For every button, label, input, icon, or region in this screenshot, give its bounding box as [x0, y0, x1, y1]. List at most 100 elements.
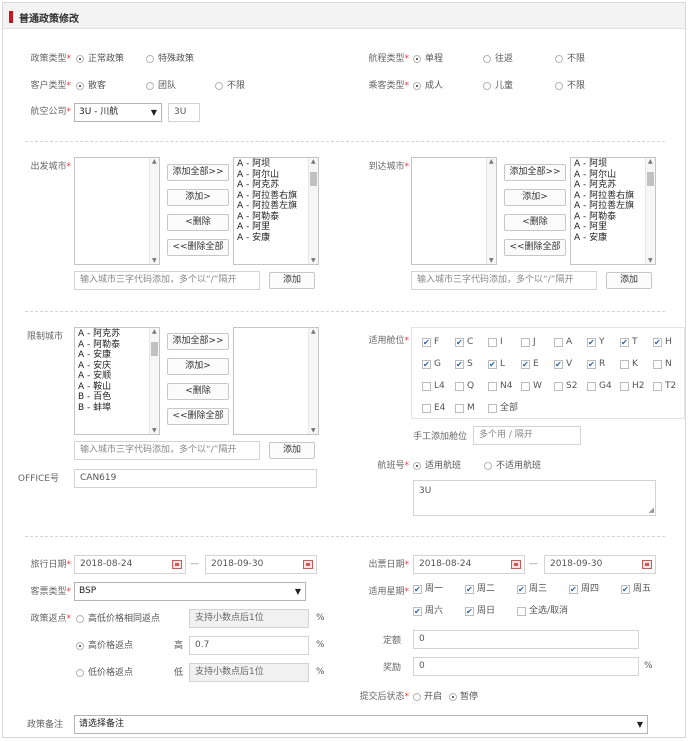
- cabin-checkbox[interactable]: [587, 337, 596, 348]
- departure-city-code-input[interactable]: 输入城市三字代码添加，多个以“/”隔开: [74, 271, 260, 290]
- cabin-checkbox[interactable]: [488, 338, 497, 347]
- list-item[interactable]: A - 阿克苏: [78, 329, 147, 340]
- weekday-checkbox[interactable]: [569, 584, 578, 595]
- list-item[interactable]: B - 蚌埠: [78, 403, 147, 414]
- rebate-low-radio[interactable]: [76, 669, 84, 677]
- customer-type-individual-radio[interactable]: [76, 82, 84, 90]
- arrival-add-code-button[interactable]: 添加: [606, 272, 652, 289]
- list-item[interactable]: A - 鞍山: [78, 382, 147, 393]
- policy-type-normal-radio[interactable]: [76, 55, 84, 63]
- passenger-type-any-radio[interactable]: [555, 82, 563, 90]
- cabin-checkbox[interactable]: [455, 337, 464, 348]
- scrollbar[interactable]: ▲ ▼: [308, 158, 318, 264]
- departure-add-code-button[interactable]: 添加: [269, 272, 315, 289]
- office-input[interactable]: CAN619: [74, 469, 317, 488]
- departure-selected-list[interactable]: A - 阿坝 A - 阿尔山 A - 阿克苏 A - 阿拉善右旗 A - 阿拉善左旗 A …: [233, 157, 319, 265]
- list-item[interactable]: A - 安庆: [78, 361, 147, 372]
- airline-select[interactable]: 3U - 川航 ▼: [74, 103, 162, 122]
- restricted-selected-list[interactable]: ▲ ▼: [233, 327, 319, 435]
- arrival-selected-list[interactable]: A - 阿坝 A - 阿尔山 A - 阿克苏 A - 阿拉善右旗 A - 阿拉善左旗 A …: [570, 157, 656, 265]
- flight-not-applicable-radio[interactable]: [484, 462, 492, 470]
- rebate-same-radio[interactable]: [76, 615, 84, 623]
- cabin-checkbox[interactable]: [653, 382, 662, 391]
- airline-code-input[interactable]: 3U: [168, 103, 200, 122]
- list-item[interactable]: A - 阿勒泰: [237, 212, 306, 223]
- travel-date-from-input[interactable]: 2018-08-24: [74, 555, 186, 574]
- cabin-checkbox[interactable]: [587, 382, 596, 391]
- customer-type-group-radio[interactable]: [146, 82, 154, 90]
- departure-source-list[interactable]: ▲ ▼: [74, 157, 160, 265]
- departure-add-all-button[interactable]: 添加全部>>: [167, 164, 229, 181]
- list-item[interactable]: A - 安顺: [78, 371, 147, 382]
- manual-cabin-input[interactable]: 多个用 / 隔开: [473, 426, 581, 445]
- cabin-checkbox[interactable]: [521, 338, 530, 347]
- rebate-same-input[interactable]: 支持小数点后1位: [189, 609, 309, 628]
- arrival-add-all-button[interactable]: 添加全部>>: [504, 164, 566, 181]
- cabin-checkbox[interactable]: [554, 338, 563, 347]
- cabin-checkbox[interactable]: [455, 404, 464, 413]
- cabin-checkbox[interactable]: [422, 382, 431, 391]
- list-item[interactable]: A - 阿拉善左旗: [237, 201, 306, 212]
- policy-type-special-radio[interactable]: [146, 55, 154, 63]
- list-item[interactable]: A - 阿里: [574, 222, 643, 233]
- weekday-checkbox[interactable]: [465, 606, 474, 617]
- cabin-checkbox[interactable]: [653, 337, 662, 348]
- fixed-amount-input[interactable]: 0: [413, 630, 639, 649]
- arrival-source-list[interactable]: ▲ ▼: [411, 157, 497, 265]
- cabin-checkbox[interactable]: [422, 404, 431, 413]
- route-type-return-radio[interactable]: [483, 55, 491, 63]
- restricted-add-button[interactable]: 添加>: [167, 358, 229, 375]
- ticket-date-to-input[interactable]: 2018-09-30: [544, 555, 656, 574]
- weekday-checkbox[interactable]: [413, 584, 422, 595]
- restricted-remove-button[interactable]: <删除: [167, 383, 229, 400]
- rebate-high-input[interactable]: 0.7: [189, 636, 309, 655]
- cabin-checkbox[interactable]: [587, 359, 596, 370]
- weekday-checkbox[interactable]: [517, 584, 526, 595]
- list-item[interactable]: A - 阿拉善右旗: [237, 191, 306, 202]
- scroll-thumb[interactable]: [647, 172, 654, 186]
- scrollbar[interactable]: ▲ ▼: [149, 158, 159, 264]
- arrival-remove-all-button[interactable]: <<删除全部: [504, 239, 566, 256]
- restricted-source-list[interactable]: A - 阿克苏 A - 阿勒泰 A - 安康 A - 安庆 A - 安顺 A - 鞍山 B …: [74, 327, 160, 435]
- list-item[interactable]: A - 安康: [574, 233, 643, 244]
- list-item[interactable]: A - 阿拉善右旗: [574, 191, 643, 202]
- ticket-date-from-input[interactable]: 2018-08-24: [413, 555, 525, 574]
- list-item[interactable]: A - 阿勒泰: [78, 340, 147, 351]
- list-item[interactable]: A - 阿尔山: [237, 170, 306, 181]
- flight-number-textarea[interactable]: 3U ◢: [413, 480, 656, 516]
- restricted-add-all-button[interactable]: 添加全部>>: [167, 333, 229, 350]
- reward-input[interactable]: 0: [413, 657, 639, 676]
- arrival-city-code-input[interactable]: 输入城市三字代码添加，多个以“/”隔开: [411, 271, 597, 290]
- cabin-checkbox[interactable]: [488, 359, 497, 370]
- cabin-checkbox[interactable]: [620, 360, 629, 369]
- weekday-checkbox[interactable]: [621, 584, 630, 595]
- route-type-any-radio[interactable]: [555, 55, 563, 63]
- passenger-type-child-radio[interactable]: [483, 82, 491, 90]
- cabin-checkbox[interactable]: [455, 359, 464, 370]
- ticket-type-select[interactable]: BSP ▼: [74, 582, 306, 601]
- restricted-add-code-button[interactable]: 添加: [269, 442, 315, 459]
- restricted-remove-all-button[interactable]: <<删除全部: [167, 408, 229, 425]
- list-item[interactable]: A - 阿勒泰: [574, 212, 643, 223]
- list-item[interactable]: A - 阿克苏: [237, 180, 306, 191]
- submit-status-open-radio[interactable]: [413, 693, 421, 701]
- cabin-checkbox[interactable]: [521, 382, 530, 391]
- restricted-city-code-input[interactable]: 输入城市三字代码添加，多个以“/”隔开: [74, 441, 260, 460]
- cabin-checkbox[interactable]: [620, 337, 629, 348]
- scrollbar[interactable]: ▲ ▼: [486, 158, 496, 264]
- arrival-add-button[interactable]: 添加>: [504, 189, 566, 206]
- cabin-checkbox[interactable]: [554, 382, 563, 391]
- scroll-thumb[interactable]: [310, 172, 317, 186]
- list-item[interactable]: A - 阿坝: [237, 159, 306, 170]
- submit-status-pause-radio[interactable]: [449, 693, 457, 701]
- list-item[interactable]: B - 百色: [78, 392, 147, 403]
- departure-remove-all-button[interactable]: <<删除全部: [167, 239, 229, 256]
- cabin-checkbox[interactable]: [422, 337, 431, 348]
- route-type-oneway-radio[interactable]: [413, 55, 421, 63]
- departure-remove-button[interactable]: <删除: [167, 214, 229, 231]
- cabin-checkbox[interactable]: [653, 360, 662, 369]
- departure-add-button[interactable]: 添加>: [167, 189, 229, 206]
- scrollbar[interactable]: ▲ ▼: [645, 158, 655, 264]
- cabin-checkbox[interactable]: [455, 382, 464, 391]
- cabin-checkbox[interactable]: [488, 382, 497, 391]
